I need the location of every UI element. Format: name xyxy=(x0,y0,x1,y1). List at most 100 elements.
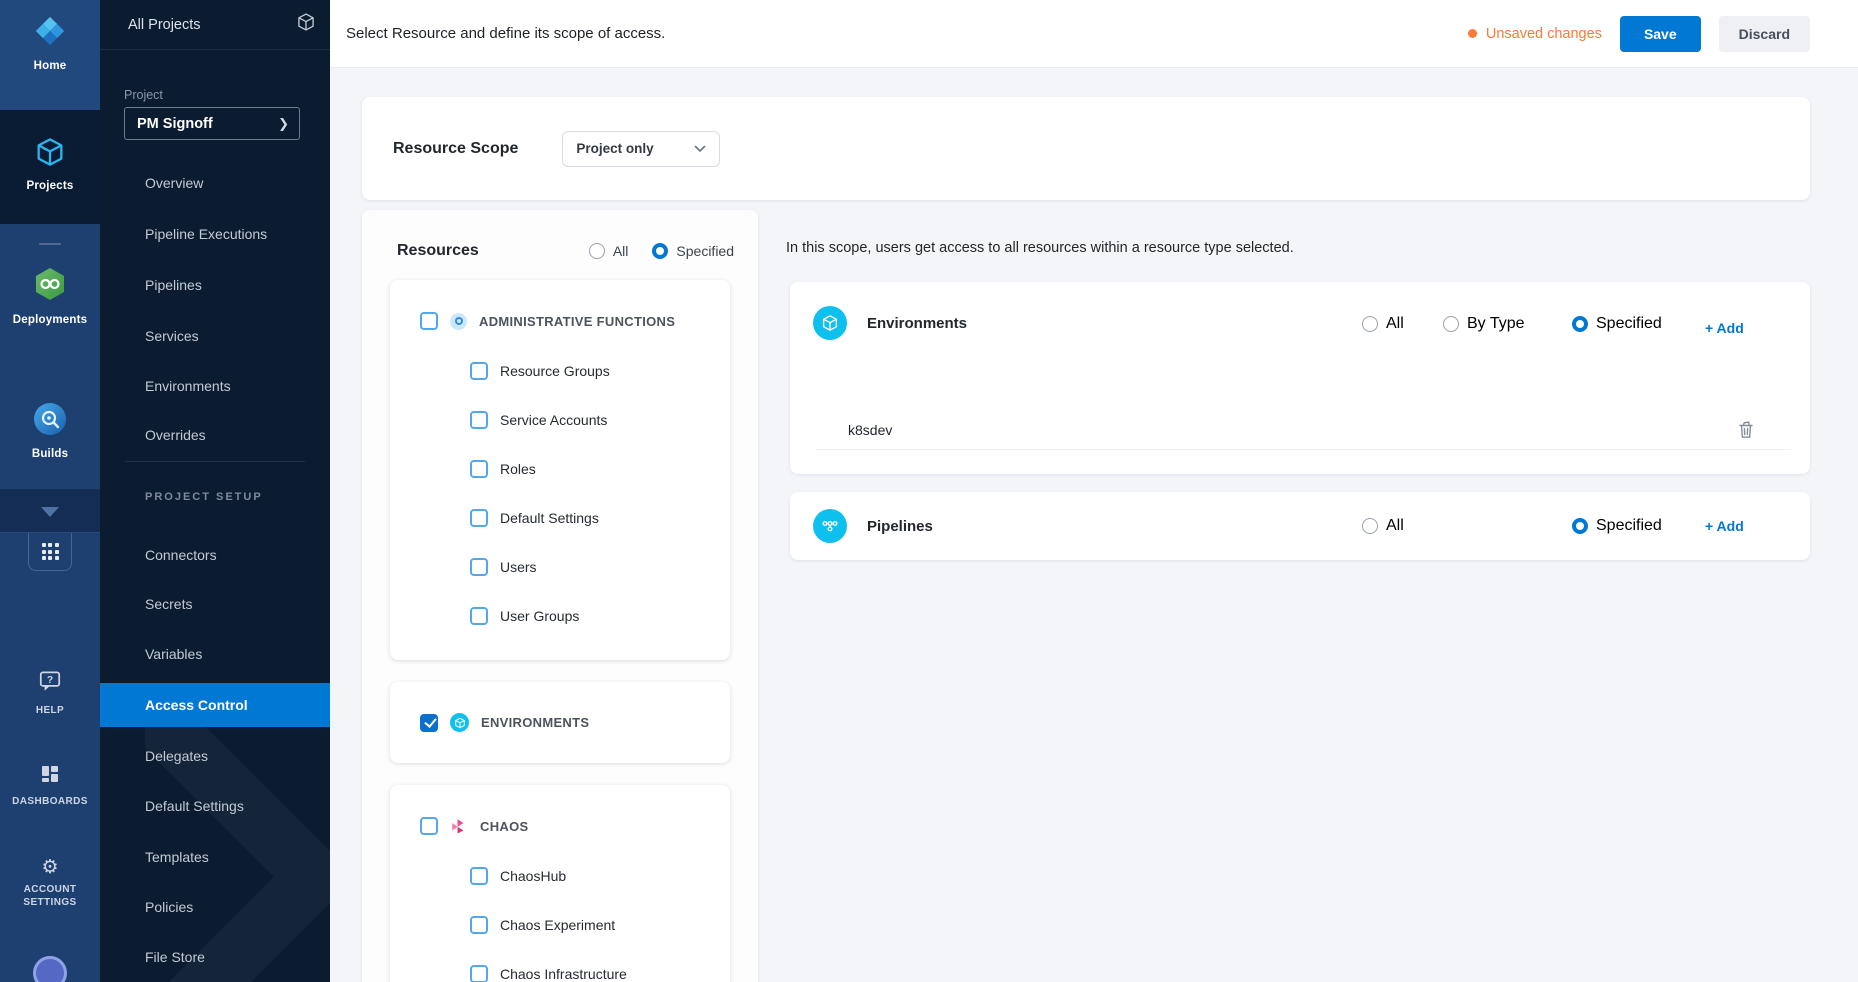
module-rail: Home Projects xyxy=(0,0,100,982)
sidebar-item-label: Secrets xyxy=(145,596,192,612)
radio-label: All xyxy=(1386,315,1404,333)
radio-label: All xyxy=(1386,517,1404,535)
sidebar-item-pipeline-executions[interactable]: Pipeline Executions xyxy=(100,212,330,256)
checkbox-environments-checked[interactable] xyxy=(420,714,438,732)
sidebar-item-connectors[interactable]: Connectors xyxy=(100,533,330,577)
checkbox[interactable] xyxy=(470,607,488,625)
checkbox-label: ChaosHub xyxy=(500,868,566,884)
checkbox[interactable] xyxy=(470,916,488,934)
rail-label: Projects xyxy=(27,180,74,192)
checkbox[interactable] xyxy=(470,460,488,478)
rail-item-home[interactable]: Home xyxy=(0,14,100,72)
discard-button[interactable]: Discard xyxy=(1719,16,1810,52)
sidebar-item-label: File Store xyxy=(145,949,205,965)
rail-item-builds[interactable]: Builds xyxy=(0,402,100,460)
checkbox[interactable] xyxy=(470,558,488,576)
resource-group-administrative-functions: ADMINISTRATIVE FUNCTIONS Resource Groups… xyxy=(390,280,730,660)
rail-item-account-settings[interactable]: ⚙ ACCOUNT SETTINGS xyxy=(0,858,100,909)
save-button[interactable]: Save xyxy=(1620,16,1701,52)
user-avatar[interactable] xyxy=(33,956,67,982)
radio-icon xyxy=(1362,518,1378,534)
checkbox-row-users[interactable]: Users xyxy=(390,542,730,591)
trash-icon[interactable] xyxy=(1738,421,1754,439)
radio-specified[interactable]: Specified xyxy=(1572,517,1662,535)
checkbox-row-resource-groups[interactable]: Resource Groups xyxy=(390,346,730,395)
checkbox[interactable] xyxy=(470,965,488,982)
sidebar-item-secrets[interactable]: Secrets xyxy=(100,582,330,626)
module-grid-button[interactable] xyxy=(28,533,72,571)
checkbox-chaos[interactable] xyxy=(420,817,438,835)
sidebar-item-label: Pipelines xyxy=(145,277,202,293)
add-button[interactable]: + Add xyxy=(1705,518,1744,534)
resource-scope-card: Resource Scope Project only xyxy=(362,97,1810,200)
sidebar-item-label: Overview xyxy=(145,175,203,191)
rail-item-deployments[interactable]: Deployments xyxy=(0,266,100,326)
sidebar-item-overview[interactable]: Overview xyxy=(100,161,330,205)
sidebar-item-default-settings[interactable]: Default Settings xyxy=(100,784,330,828)
checkbox-row-service-accounts[interactable]: Service Accounts xyxy=(390,395,730,444)
project-selector[interactable]: PM Signoff ❯ xyxy=(124,107,300,140)
checkbox-row-user-groups[interactable]: User Groups xyxy=(390,591,730,640)
checkbox[interactable] xyxy=(470,867,488,885)
dashboards-icon xyxy=(40,764,60,789)
sidebar-item-label: Templates xyxy=(145,849,209,865)
sidebar-item-label: Variables xyxy=(145,646,202,662)
radio-icon-selected xyxy=(652,243,668,259)
sidebar-item-file-store[interactable]: File Store xyxy=(100,935,330,979)
rail-label: Home xyxy=(34,60,67,72)
unsaved-changes-indicator: Unsaved changes xyxy=(1468,26,1602,42)
radio-by-type[interactable]: By Type xyxy=(1443,315,1525,333)
checkbox-label: Roles xyxy=(500,461,536,477)
rail-divider-dash xyxy=(39,243,61,245)
builds-icon xyxy=(33,402,67,441)
sidebar-item-policies[interactable]: Policies xyxy=(100,885,330,929)
sidebar-header[interactable]: All Projects xyxy=(100,0,330,50)
all-projects-label: All Projects xyxy=(128,17,201,33)
project-setup-header: PROJECT SETUP xyxy=(145,491,263,503)
sidebar-item-pipelines[interactable]: Pipelines xyxy=(100,263,330,307)
radio-specified[interactable]: Specified xyxy=(652,243,734,259)
checkbox-row-chaoshub[interactable]: ChaosHub xyxy=(390,851,730,900)
chevron-down-icon[interactable] xyxy=(41,507,59,517)
checkbox-label: Users xyxy=(500,559,537,575)
help-icon: ? xyxy=(37,668,63,699)
sidebar-item-environments[interactable]: Environments xyxy=(100,364,330,408)
cube-icon xyxy=(34,136,66,173)
rail-item-dashboards[interactable]: DASHBOARDS xyxy=(0,764,100,808)
cube-icon xyxy=(296,12,316,37)
checkbox-row-default-settings[interactable]: Default Settings xyxy=(390,493,730,542)
page-header: Select Resource and define its scope of … xyxy=(330,0,1858,68)
radio-all[interactable]: All xyxy=(1362,517,1404,535)
rail-item-help[interactable]: ? HELP xyxy=(0,668,100,717)
checkbox-label: Resource Groups xyxy=(500,363,610,379)
radio-icon-selected xyxy=(1572,518,1588,534)
pipelines-icon xyxy=(813,509,847,543)
sidebar-item-access-control[interactable]: Access Control xyxy=(100,683,330,727)
radio-icon xyxy=(589,243,605,259)
checkbox[interactable] xyxy=(470,362,488,380)
radio-all[interactable]: All xyxy=(1362,315,1404,333)
sidebar-item-templates[interactable]: Templates xyxy=(100,835,330,879)
radio-label: Specified xyxy=(676,243,734,259)
radio-all[interactable]: All xyxy=(589,243,629,259)
checkbox-row-chaos-experiment[interactable]: Chaos Experiment xyxy=(390,900,730,949)
sidebar-item-variables[interactable]: Variables xyxy=(100,632,330,676)
sidebar-item-delegates[interactable]: Delegates xyxy=(100,734,330,778)
sidebar-item-services[interactable]: Services xyxy=(100,314,330,358)
chevron-right-icon: ❯ xyxy=(278,116,289,132)
checkbox-row-chaos-infrastructure[interactable]: Chaos Infrastructure xyxy=(390,949,730,982)
checkbox[interactable] xyxy=(470,509,488,527)
checkbox-administrative-functions[interactable] xyxy=(420,312,438,330)
sidebar-item-label: Policies xyxy=(145,899,193,915)
rail-label: DASHBOARDS xyxy=(12,795,88,808)
add-button[interactable]: + Add xyxy=(1705,320,1744,336)
rail-item-projects[interactable]: Projects xyxy=(0,136,100,192)
rail-label: ACCOUNT SETTINGS xyxy=(10,883,90,909)
radio-specified[interactable]: Specified xyxy=(1572,315,1662,333)
resource-scope-dropdown[interactable]: Project only xyxy=(562,131,720,167)
rail-label: Builds xyxy=(32,448,68,460)
sidebar-item-overrides[interactable]: Overrides xyxy=(100,413,330,457)
checkbox-row-roles[interactable]: Roles xyxy=(390,444,730,493)
group-label: CHAOS xyxy=(480,819,528,834)
checkbox[interactable] xyxy=(470,411,488,429)
